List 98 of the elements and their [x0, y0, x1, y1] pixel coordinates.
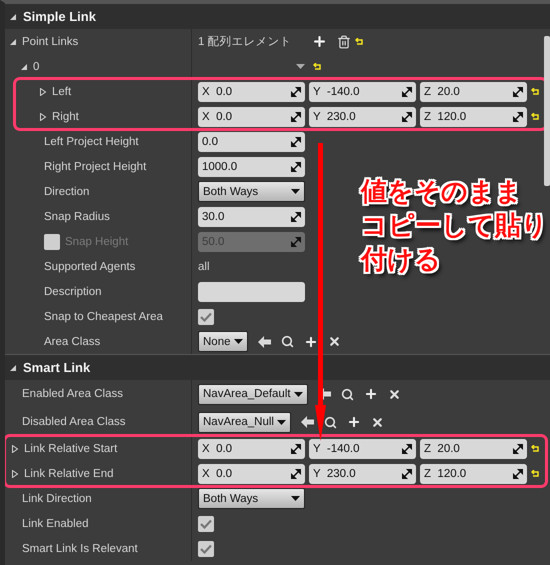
property-label: Disabled Area Class: [22, 416, 126, 428]
vector-field[interactable]: Z 120.0: [420, 106, 527, 126]
vector-field[interactable]: Y -140.0: [309, 438, 416, 458]
drag-handle-icon[interactable]: [291, 468, 301, 478]
drag-handle-icon[interactable]: [513, 86, 523, 96]
clear-icon[interactable]: [370, 416, 384, 428]
property-label: Smart Link Is Relevant: [22, 542, 138, 554]
drag-handle-icon[interactable]: [291, 86, 301, 96]
add-icon[interactable]: [346, 415, 361, 429]
dropdown-arrow-icon[interactable]: [296, 64, 305, 69]
arrow-left-icon[interactable]: [300, 416, 314, 428]
drag-handle-icon[interactable]: [513, 444, 523, 454]
property-label: Left: [52, 86, 72, 98]
caret-icon: [291, 189, 300, 194]
reset-icon[interactable]: [531, 88, 540, 96]
clear-icon[interactable]: [328, 335, 340, 348]
vector-field[interactable]: X 0.0: [198, 82, 305, 102]
vector-field[interactable]: X 0.0: [198, 106, 305, 126]
property-label: Direction: [44, 186, 90, 198]
property-label: Snap Radius: [44, 210, 110, 222]
vector-field[interactable]: Z 20.0: [420, 82, 527, 102]
vector-field[interactable]: X 0.0: [198, 464, 305, 484]
section-header[interactable]: Simple Link: [5, 3, 550, 29]
property-label: Link Relative End: [24, 468, 114, 480]
drag-handle-icon[interactable]: [291, 212, 301, 222]
property-label: Snap to Cheapest Area: [44, 310, 163, 322]
caret-icon: [294, 392, 303, 396]
arrow-left-icon[interactable]: [258, 336, 270, 348]
property-label: Snap Height: [65, 236, 128, 248]
collapse-arrow-icon[interactable]: [9, 12, 17, 20]
property-label: Description: [44, 286, 102, 298]
drag-handle-icon[interactable]: [291, 112, 301, 122]
drag-handle-icon[interactable]: [402, 112, 412, 122]
vector-field[interactable]: X 0.0: [198, 438, 305, 458]
number-field[interactable]: 1000.0: [198, 156, 305, 176]
reset-icon[interactable]: [531, 112, 540, 120]
search-icon[interactable]: [324, 416, 337, 428]
property-label: Area Class: [44, 336, 100, 348]
drag-handle-icon[interactable]: [291, 136, 301, 146]
annotation-text: 値をそのまま コピーして貼り 付ける: [361, 176, 548, 277]
property-label: Left Project Height: [44, 136, 139, 148]
number-field[interactable]: 0.0: [198, 132, 305, 152]
property-label: Point Links: [22, 36, 78, 48]
number-field[interactable]: 30.0: [198, 206, 305, 226]
add-icon[interactable]: [364, 387, 378, 401]
caret-icon: [276, 420, 286, 424]
dropdown[interactable]: Both Ways: [198, 181, 305, 202]
element-count: 1 配列エレメント: [198, 34, 292, 49]
reset-icon[interactable]: [531, 444, 540, 452]
text-field[interactable]: [198, 282, 305, 302]
reset-icon[interactable]: [313, 62, 322, 70]
property-label: Enabled Area Class: [22, 388, 124, 400]
property-label: Link Enabled: [22, 518, 88, 530]
section-header[interactable]: Smart Link: [5, 354, 550, 380]
property-label: 0: [33, 60, 40, 72]
drag-handle-icon[interactable]: [402, 86, 412, 96]
vector-field[interactable]: Z 120.0: [420, 464, 527, 484]
drag-handle-icon[interactable]: [513, 468, 523, 478]
reset-icon[interactable]: [531, 470, 540, 478]
value-text: all: [198, 260, 210, 272]
checkbox[interactable]: [198, 308, 214, 324]
vector-field[interactable]: Y 230.0: [309, 106, 416, 126]
collapse-arrow-icon[interactable]: [9, 38, 17, 46]
property-label: Right Project Height: [44, 160, 146, 172]
search-icon[interactable]: [280, 335, 294, 348]
property-label: Link Relative Start: [24, 442, 118, 454]
checkbox[interactable]: [198, 540, 214, 556]
vector-field[interactable]: Z 20.0: [420, 438, 527, 458]
drag-handle-icon[interactable]: [402, 444, 412, 454]
scrollbar[interactable]: [544, 36, 550, 186]
add-icon[interactable]: [304, 334, 318, 348]
expand-arrow-icon[interactable]: [39, 88, 47, 96]
expand-arrow-icon[interactable]: [11, 470, 19, 478]
collapse-arrow-icon[interactable]: [20, 62, 28, 70]
drag-handle-icon[interactable]: [513, 112, 523, 122]
reset-icon[interactable]: [354, 38, 364, 46]
property-label: Right: [52, 110, 79, 122]
class-dropdown[interactable]: NavArea_Default: [198, 384, 308, 404]
collapse-arrow-icon[interactable]: [9, 364, 17, 372]
dropdown[interactable]: Both Ways: [198, 488, 305, 509]
class-dropdown[interactable]: NavArea_Null: [198, 412, 291, 432]
property-label: Supported Agents: [44, 260, 136, 272]
caret-icon: [291, 496, 300, 501]
drag-handle-icon[interactable]: [402, 468, 412, 478]
search-icon[interactable]: [340, 388, 354, 400]
delete-icon[interactable]: [336, 34, 351, 48]
drag-handle-icon[interactable]: [291, 162, 301, 172]
expand-arrow-icon[interactable]: [11, 444, 19, 452]
caret-icon: [234, 339, 242, 344]
checkbox[interactable]: [198, 516, 214, 532]
drag-handle-icon[interactable]: [291, 444, 301, 454]
expand-arrow-icon[interactable]: [39, 112, 47, 120]
add-icon[interactable]: [312, 34, 327, 49]
class-dropdown[interactable]: None: [198, 331, 248, 352]
vector-field[interactable]: Y -140.0: [309, 82, 416, 102]
vector-field[interactable]: Y 230.0: [309, 464, 416, 484]
property-label: Link Direction: [22, 492, 92, 504]
clear-icon[interactable]: [388, 388, 401, 400]
